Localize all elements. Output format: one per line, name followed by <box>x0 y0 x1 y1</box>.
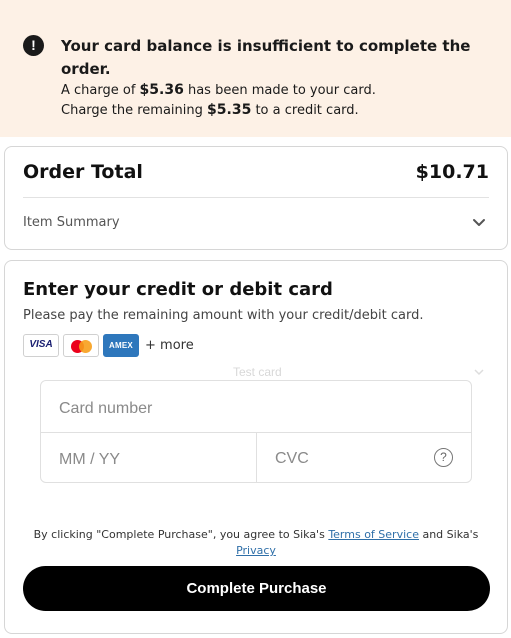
alert-charge-line: A charge of $5.36 has been made to your … <box>61 82 376 98</box>
question-circle-icon[interactable]: ? <box>434 448 453 467</box>
amex-logo-text: AMEX <box>109 340 133 350</box>
alert-title: Your card balance is insufficient to com… <box>61 37 471 78</box>
form-column-divider <box>256 432 257 482</box>
more-brands-label: + more <box>145 337 194 353</box>
terms-of-service-link[interactable]: Terms of Service <box>328 528 419 541</box>
visa-logo: VISA <box>23 333 59 357</box>
amex-logo: AMEX <box>103 333 139 357</box>
terms-prefix: By clicking "Complete Purchase", you agr… <box>33 528 329 541</box>
privacy-link[interactable]: Privacy <box>236 544 276 557</box>
terms-middle: and Sika's <box>418 528 479 541</box>
insufficient-balance-alert: ! Your card balance is insufficient to c… <box>0 0 511 137</box>
alert-charge-amount: $5.36 <box>139 82 184 98</box>
terms-notice: By clicking "Complete Purchase", you agr… <box>15 527 497 559</box>
payment-subtitle: Please pay the remaining amount with you… <box>23 308 424 323</box>
exclamation-icon: ! <box>23 35 44 56</box>
alert-charge-suffix: has been made to your card. <box>183 83 376 98</box>
payment-card: Enter your credit or debit card Please p… <box>4 260 508 634</box>
order-divider <box>23 197 489 198</box>
visa-logo-text: VISA <box>29 338 53 350</box>
alert-remaining-amount: $5.35 <box>207 102 252 118</box>
alert-remaining-line: Charge the remaining $5.35 to a credit c… <box>61 102 359 118</box>
alert-charge-prefix: A charge of <box>61 83 140 98</box>
order-total-amount: $10.71 <box>415 161 489 183</box>
alert-remaining-prefix: Charge the remaining <box>61 103 208 118</box>
order-total-label: Order Total <box>23 161 143 183</box>
card-number-input[interactable]: Card number <box>59 400 152 418</box>
chevron-down-icon[interactable] <box>469 213 489 233</box>
mastercard-logo <box>63 333 99 357</box>
cvc-input[interactable]: CVC <box>275 450 309 468</box>
chevron-down-icon[interactable] <box>473 367 485 377</box>
test-card-select[interactable]: Test card <box>233 365 282 379</box>
expiry-input[interactable]: MM / YY <box>59 451 120 469</box>
card-brands: VISA AMEX + more <box>23 333 194 357</box>
payment-title: Enter your credit or debit card <box>23 279 333 300</box>
complete-purchase-button[interactable]: Complete Purchase <box>23 566 490 611</box>
alert-remaining-suffix: to a credit card. <box>251 103 359 118</box>
card-form: Card number MM / YY CVC ? <box>40 380 472 483</box>
order-total-card: Order Total $10.71 Item Summary <box>4 146 508 250</box>
item-summary-toggle[interactable]: Item Summary <box>23 215 120 230</box>
